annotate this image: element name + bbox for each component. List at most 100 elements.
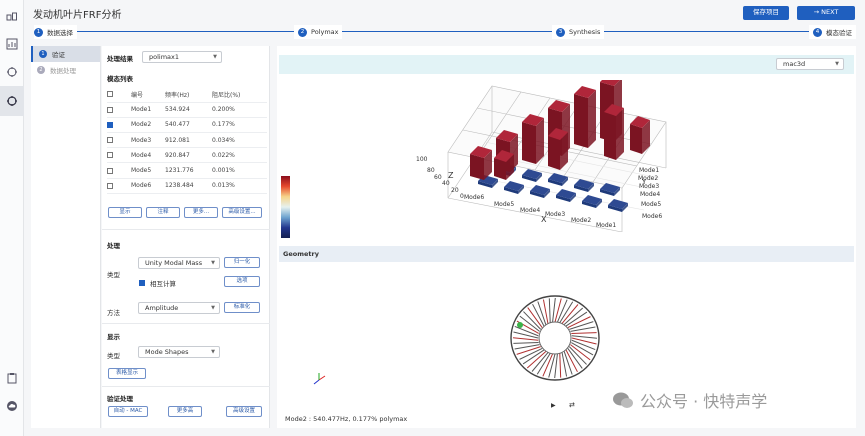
result-select-value: polimax1 [149, 53, 180, 61]
y-tick: Mode5 [641, 201, 661, 208]
table-row[interactable]: Mode1 534.924 0.200% [107, 102, 267, 118]
x-tick: Mode4 [520, 207, 540, 214]
mode-damping: 0.177% [212, 117, 267, 134]
method-select[interactable]: Amplitude ▼ [138, 302, 220, 314]
normalize-button[interactable]: 归一化 [224, 257, 260, 268]
analysis-icon[interactable] [6, 66, 18, 78]
caret-down-icon: ▼ [211, 349, 215, 355]
row-checkbox[interactable] [107, 137, 113, 144]
more-button[interactable]: 更多... [184, 207, 218, 218]
display-type-value: Mode Shapes [145, 348, 189, 356]
table-header-row: 编号 频率(Hz) 阻尼比(%) [107, 87, 267, 103]
reciprocal-option[interactable]: 相互计算 [139, 278, 176, 288]
row-checkbox[interactable] [107, 152, 113, 159]
low-mac-bar [608, 199, 628, 212]
mac3d-chart[interactable]: 100 80 60 40 20 0 Z Mode6 Mode5 Mode4 Mo… [408, 80, 670, 232]
process-type-select[interactable]: Unity Modal Mass ▼ [138, 257, 220, 269]
hierarchy-icon[interactable] [6, 11, 18, 23]
x-tick: Mode3 [545, 211, 565, 218]
axis-triad-icon [313, 373, 326, 385]
y-axis-labels: Mode1 Mode2 Mode3 Mode4 Mode5 Mode6 Y [638, 167, 662, 220]
row-checkbox[interactable] [107, 182, 113, 189]
stepper-line [40, 31, 848, 32]
play-icon[interactable]: ▶ [551, 402, 556, 409]
mode-frequency: 1231.776 [165, 162, 212, 179]
mode-frequency: 1238.484 [165, 178, 212, 194]
geometry-model[interactable] [500, 290, 610, 390]
geometry-title: Geometry [283, 250, 319, 258]
mode-frequency: 912.081 [165, 132, 212, 149]
result-label: 处理结果 [107, 55, 133, 63]
display-type-select[interactable]: Mode Shapes ▼ [138, 346, 220, 358]
table-row[interactable]: Mode3 912.081 0.034% [107, 132, 267, 149]
z-tick: 20 [451, 187, 459, 194]
x-tick: Mode6 [464, 194, 484, 201]
table-row[interactable]: Mode2 540.477 0.177% [107, 117, 267, 134]
z-axis: 100 80 60 40 20 0 Z [416, 156, 464, 200]
process-section-title: 处理 [107, 242, 120, 250]
display-type-label: 类型 [107, 352, 120, 360]
mac-view-header [279, 55, 854, 74]
options-button[interactable]: 选项 [224, 276, 260, 287]
icon-rail [0, 0, 24, 436]
advanced-settings-button[interactable]: 高级设置... [222, 207, 262, 218]
verify-advanced-button[interactable]: 高级设置 [226, 406, 262, 417]
view-type-value: mac3d [783, 60, 806, 68]
geometry-status: Mode2 : 540.477Hz, 0.177% polymax [285, 415, 408, 423]
view-type-select[interactable]: mac3d ▼ [776, 58, 844, 70]
mac-bar-offdiagonal [604, 104, 624, 160]
show-button[interactable]: 显示 [108, 207, 142, 218]
mode-id: Mode3 [131, 132, 165, 149]
auto-mac-button[interactable]: 自动 - MAC [108, 406, 148, 417]
step-number: 4 [813, 27, 822, 37]
annotate-button[interactable]: 注释 [146, 207, 180, 218]
wechat-icon [613, 392, 633, 408]
loop-icon[interactable]: ⇄ [569, 401, 575, 409]
method-value: Amplitude [145, 304, 179, 312]
step-label: 模态验证 [826, 29, 852, 37]
clipboard-icon[interactable] [6, 372, 18, 384]
step-synthesis[interactable]: 3 Synthesis [552, 25, 605, 39]
result-select[interactable]: polimax1 ▼ [142, 51, 222, 63]
section-divider [102, 229, 270, 230]
caret-down-icon: ▼ [835, 61, 839, 67]
more-options-button[interactable]: 更多高 [168, 406, 202, 417]
row-checkbox-checked[interactable] [107, 121, 113, 128]
step-label: 数据选择 [47, 29, 73, 37]
step-number: 3 [556, 27, 565, 37]
next-button[interactable]: → NEXT [797, 6, 855, 20]
table-row[interactable]: Mode6 1238.484 0.013% [107, 178, 267, 194]
mode-list-title: 模态列表 [107, 75, 133, 83]
nav-label: 验证 [52, 51, 65, 59]
step-number: 1 [34, 27, 43, 37]
process-type-label: 类型 [107, 271, 120, 279]
select-all-checkbox[interactable] [107, 91, 113, 98]
mac-color-scale [281, 176, 290, 238]
cloud-icon[interactable] [6, 400, 18, 412]
section-divider [102, 323, 270, 324]
chart-icon[interactable] [6, 38, 18, 50]
mode-id: Mode1 [131, 102, 165, 118]
standardize-button[interactable]: 标准化 [224, 302, 260, 313]
nav-item-validate[interactable]: 1 验证 [31, 46, 100, 62]
nav-item-data-processing[interactable]: 2 数据处理 [31, 62, 100, 78]
step-modal-validation[interactable]: 4 模态验证 [809, 25, 856, 39]
mode-id: Mode4 [131, 147, 165, 164]
mode-damping: 0.001% [212, 162, 267, 179]
caret-down-icon: ▼ [211, 260, 215, 266]
table-row[interactable]: Mode4 920.847 0.022% [107, 147, 267, 164]
reciprocal-checkbox[interactable] [139, 280, 145, 286]
table-row[interactable]: Mode5 1231.776 0.001% [107, 162, 267, 179]
table-display-button[interactable]: 表格显示 [108, 368, 146, 379]
step-data-selection[interactable]: 1 数据选择 [34, 25, 77, 39]
low-mac-bar [530, 185, 550, 198]
reciprocal-label: 相互计算 [150, 280, 176, 288]
row-checkbox[interactable] [107, 167, 113, 174]
mode-damping: 0.022% [212, 147, 267, 164]
validation-icon[interactable] [6, 95, 18, 107]
row-checkbox[interactable] [107, 106, 113, 113]
step-polymax[interactable]: 2 Polymax [294, 25, 343, 39]
settings-panel: 处理结果 polimax1 ▼ 模态列表 编号 频率(Hz) 阻尼比(%) Mo… [102, 46, 270, 428]
method-label: 方法 [107, 309, 120, 317]
save-project-button[interactable]: 保存项目 [743, 6, 789, 20]
